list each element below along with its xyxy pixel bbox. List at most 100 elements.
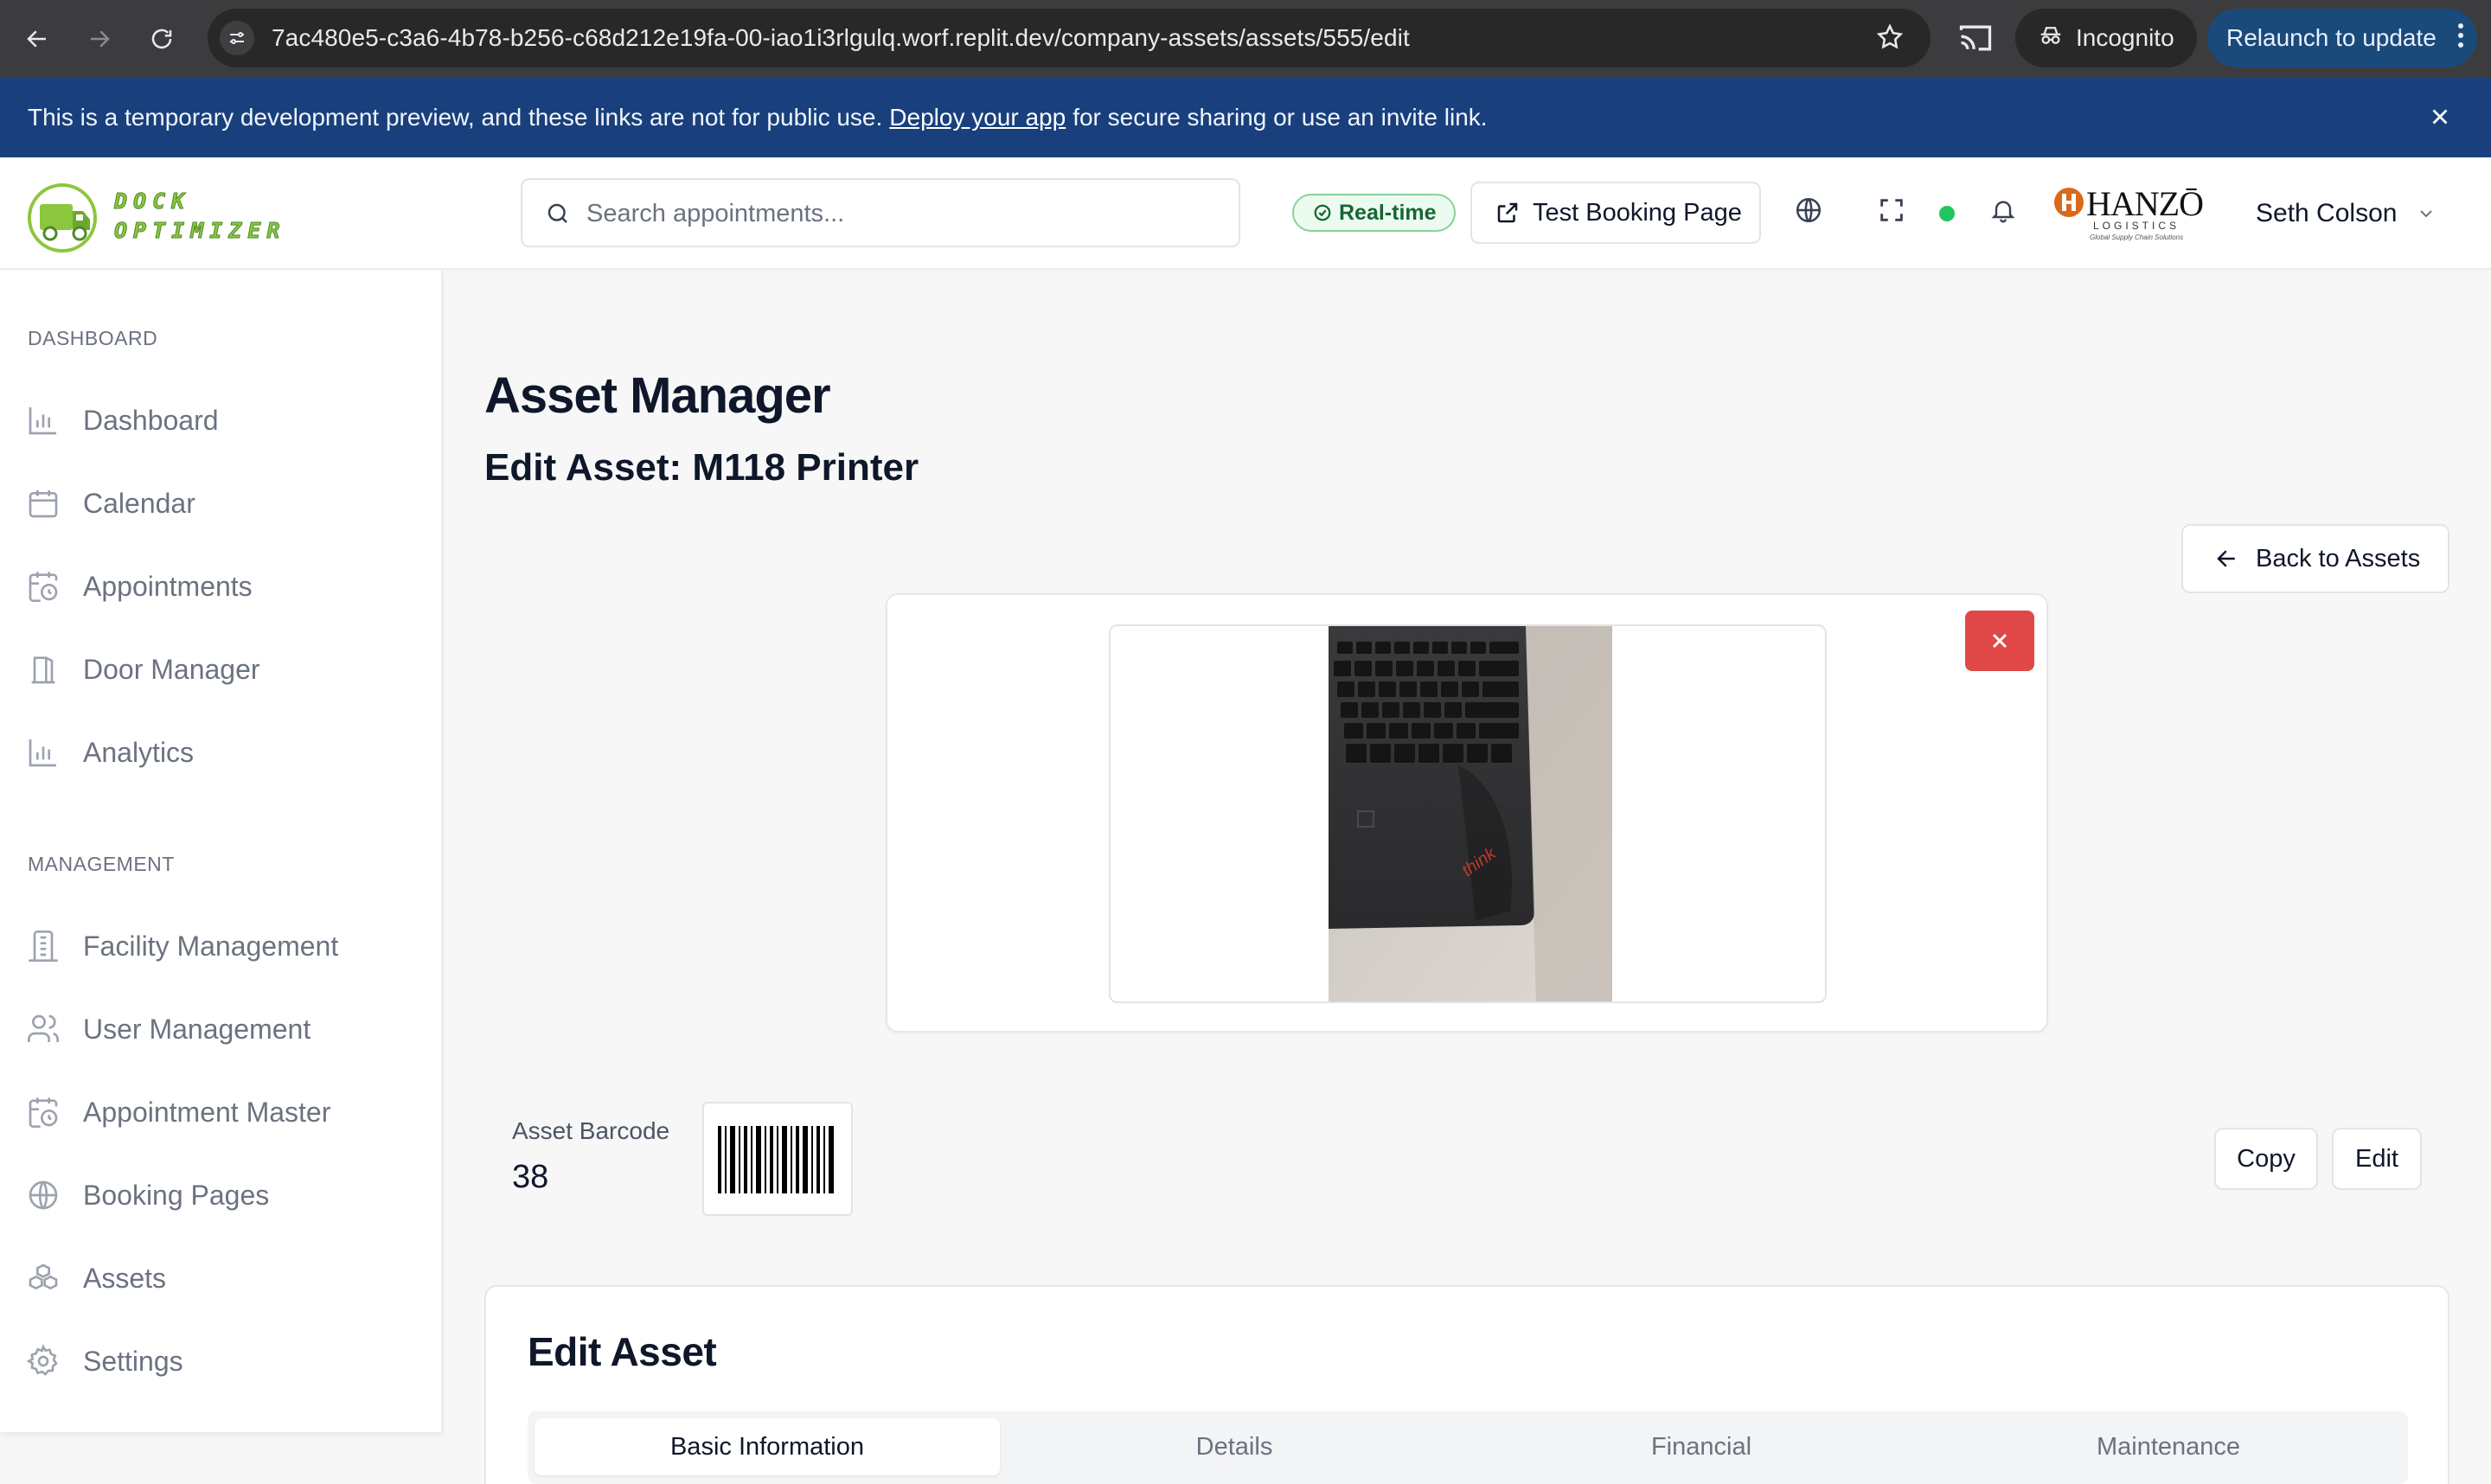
asset-barcode-label: Asset Barcode [512,1117,670,1144]
online-status-dot [1939,206,1955,221]
company-tagline: Global Supply Chain Solutions [2090,233,2184,241]
asset-image-card: think [886,593,2048,1033]
users-icon [28,1014,60,1042]
sidebar-item-label: Door Manager [83,653,260,685]
gear-icon [26,1344,58,1376]
bar-chart-icon [29,739,56,767]
app-header: DOCK OPTIMIZER Real-time Test Booking Pa… [0,157,2491,270]
sidebar-item-label: Calendar [83,487,195,519]
sidebar-item-label: Assets [83,1262,167,1294]
realtime-status-badge: Real-time [1292,194,1456,232]
tab-maintenance[interactable]: Maintenance [1936,1418,2401,1475]
user-name: Seth Colson [2256,199,2398,227]
company-logo: HANZŌ LOGISTICS Global Supply Chain Solu… [2050,183,2204,244]
site-settings-icon[interactable] [220,21,254,55]
relaunch-label: Relaunch to update [2226,24,2437,51]
sidebar-item-analytics[interactable]: Analytics [26,725,194,780]
logo-text-line2: OPTIMIZER [113,218,286,244]
external-link-icon [1497,202,1518,223]
close-icon[interactable] [2427,104,2453,136]
banner-text-before: This is a temporary development preview,… [28,104,883,131]
back-arrow-icon[interactable] [17,19,57,59]
sidebar-item-label: Dashboard [83,404,219,436]
test-booking-label: Test Booking Page [1533,198,1742,227]
forward-arrow-icon[interactable] [80,19,119,59]
dev-preview-banner: This is a temporary development preview,… [0,78,2491,157]
test-booking-page-button[interactable]: Test Booking Page [1470,182,1761,244]
sidebar-item-calendar[interactable]: Calendar [26,476,195,531]
sidebar-item-door-manager[interactable]: Door Manager [26,642,260,697]
browser-toolbar: 7ac480e5-c3a6-4b78-b256-c68d212e19fa-00-… [0,0,2491,78]
boxes-icon [29,1263,58,1290]
tab-details[interactable]: Details [1002,1418,1467,1475]
incognito-indicator[interactable]: Incognito [2015,9,2197,67]
page-subtitle: Edit Asset: M118 Printer [484,446,919,489]
sidebar-item-label: Facility Management [83,930,339,962]
sidebar-item-label: Appointment Master [83,1096,331,1128]
bar-chart-icon [29,407,56,435]
sidebar-item-facility-management[interactable]: Facility Management [26,918,338,974]
edit-asset-title: Edit Asset [528,1329,717,1374]
tab-basic-information[interactable]: Basic Information [535,1418,1000,1475]
dock-optimizer-logo[interactable]: DOCK OPTIMIZER [26,182,311,254]
sidebar-item-booking-pages[interactable]: Booking Pages [26,1167,269,1223]
user-menu[interactable]: Seth Colson [2256,199,2437,228]
address-bar[interactable]: 7ac480e5-c3a6-4b78-b256-c68d212e19fa-00-… [208,9,1931,67]
fullscreen-icon[interactable] [1877,195,1906,229]
barcode-icon [718,1126,834,1193]
sidebar-item-appointments[interactable]: Appointments [26,559,253,614]
relaunch-button[interactable]: Relaunch to update [2207,9,2477,67]
calendar-clock-icon [29,1097,58,1128]
bookmark-star-icon[interactable] [1875,22,1905,56]
building-icon [29,931,58,962]
search-icon [548,203,567,223]
sidebar-item-dashboard[interactable]: Dashboard [26,393,219,448]
edit-barcode-button[interactable]: Edit [2332,1128,2422,1190]
sidebar-item-label: Settings [83,1345,183,1377]
chevron-down-icon [2420,210,2433,218]
search-input[interactable] [586,192,1209,235]
company-name: HANZŌ [2086,184,2204,223]
copy-barcode-button[interactable]: Copy [2214,1128,2318,1190]
check-circle-icon [1314,204,1331,221]
incognito-label: Incognito [2076,24,2174,51]
sidebar-item-appointment-master[interactable]: Appointment Master [26,1084,330,1140]
page-title: Asset Manager [484,368,831,424]
cast-icon[interactable] [1956,19,1995,61]
sidebar-item-settings[interactable]: Settings [26,1334,183,1389]
logo-text-line1: DOCK [113,189,191,214]
door-icon [31,656,55,684]
sidebar-item-label: User Management [83,1013,311,1045]
close-icon [1992,633,2008,649]
sidebar-item-label: Analytics [83,736,195,768]
edit-asset-card: Edit Asset Basic Information Details Fin… [484,1285,2449,1484]
search-box[interactable] [521,178,1240,247]
bell-icon[interactable] [1989,195,2017,229]
incognito-icon [2038,22,2064,54]
barcode-image [702,1102,853,1216]
realtime-label: Real-time [1339,200,1437,225]
sidebar-item-assets[interactable]: Assets [26,1251,166,1306]
globe-icon [29,1180,58,1210]
arrow-left-icon [2217,550,2235,567]
company-sub: LOGISTICS [2093,220,2180,232]
calendar-icon [29,490,58,518]
asset-photo[interactable]: think [1329,626,1612,1001]
edit-asset-tabs: Basic Information Details Financial Main… [528,1411,2408,1484]
url-text[interactable]: 7ac480e5-c3a6-4b78-b256-c68d212e19fa-00-… [272,24,1410,52]
truck-logo-icon [28,183,97,253]
reload-icon[interactable] [142,19,182,59]
calendar-clock-icon [29,572,58,602]
globe-icon[interactable] [1794,195,1823,229]
remove-image-button[interactable] [1965,611,2034,671]
sidebar-item-label: Booking Pages [83,1179,270,1211]
sidebar-item-user-management[interactable]: User Management [26,1001,311,1057]
tab-financial[interactable]: Financial [1469,1418,1934,1475]
banner-text-after: for secure sharing or use an invite link… [1073,104,1488,131]
deploy-app-link[interactable]: Deploy your app [889,104,1066,131]
sidebar-section-management: MANAGEMENT [28,853,175,875]
back-to-assets-button[interactable]: Back to Assets [2181,524,2449,593]
kebab-menu-icon[interactable] [2457,22,2464,54]
asset-image-frame: think [1109,624,1827,1003]
back-to-assets-label: Back to Assets [2256,544,2421,572]
